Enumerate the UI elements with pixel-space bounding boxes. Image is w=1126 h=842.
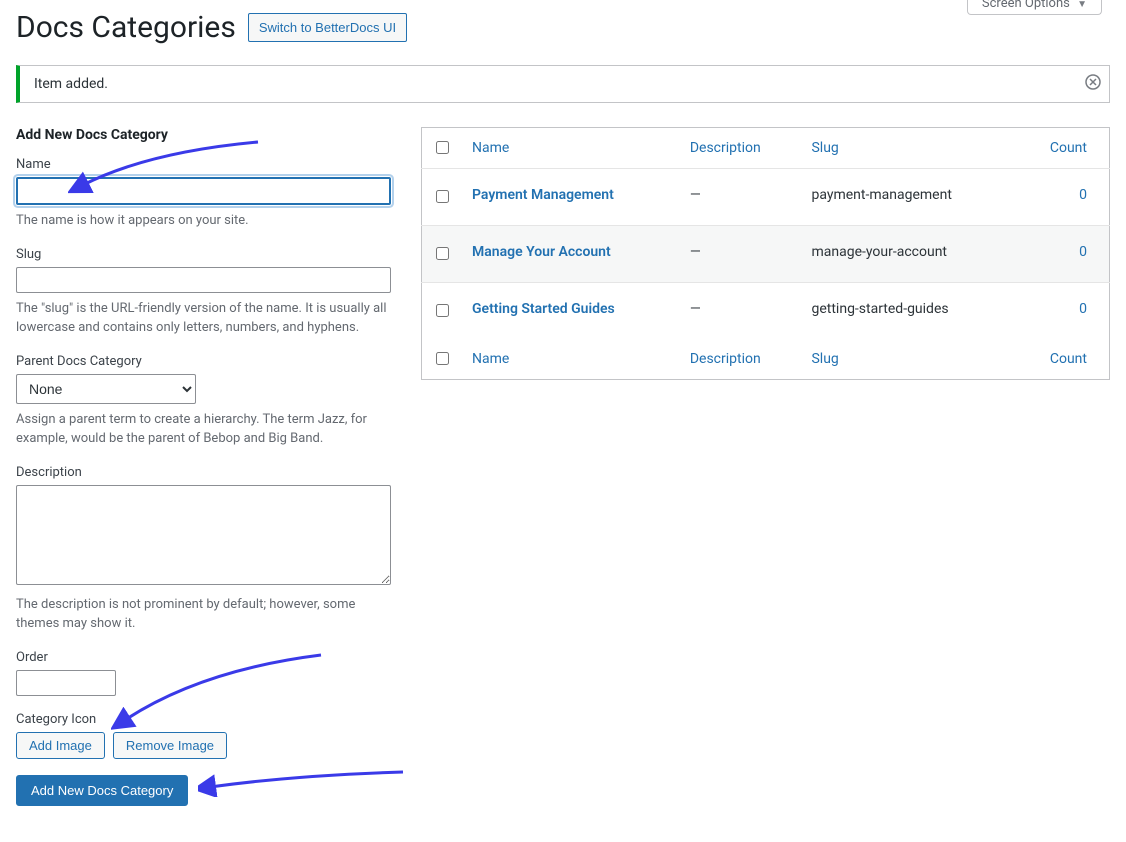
order-input[interactable] bbox=[16, 670, 116, 696]
screen-options-toggle[interactable]: Screen Options ▼ bbox=[967, 0, 1102, 15]
remove-image-button[interactable]: Remove Image bbox=[113, 732, 227, 759]
row-description: — bbox=[680, 283, 802, 340]
row-checkbox[interactable] bbox=[436, 190, 449, 203]
col-header-description[interactable]: Description bbox=[690, 140, 761, 156]
page-title: Docs Categories bbox=[16, 10, 236, 45]
col-header-count[interactable]: Count bbox=[1050, 140, 1087, 156]
description-help: The description is not prominent by defa… bbox=[16, 595, 391, 634]
notice-text: Item added. bbox=[34, 76, 108, 92]
col-footer-slug[interactable]: Slug bbox=[811, 351, 838, 367]
add-new-category-button[interactable]: Add New Docs Category bbox=[16, 775, 188, 806]
order-label: Order bbox=[16, 650, 391, 665]
parent-select[interactable]: None bbox=[16, 374, 196, 404]
form-heading: Add New Docs Category bbox=[16, 127, 391, 143]
field-slug: Slug The "slug" is the URL-friendly vers… bbox=[16, 247, 391, 338]
col-footer-name[interactable]: Name bbox=[472, 351, 509, 367]
row-slug: getting-started-guides bbox=[801, 283, 1016, 340]
col-footer-count[interactable]: Count bbox=[1050, 351, 1087, 367]
row-checkbox[interactable] bbox=[436, 247, 449, 260]
row-slug: payment-management bbox=[801, 169, 1016, 226]
table-row: Payment Management — payment-management … bbox=[422, 169, 1110, 226]
table-row: Getting Started Guides — getting-started… bbox=[422, 283, 1110, 340]
parent-help: Assign a parent term to create a hierarc… bbox=[16, 410, 391, 449]
submit-row: Add New Docs Category bbox=[16, 775, 391, 806]
row-name-link[interactable]: Manage Your Account bbox=[472, 244, 611, 260]
switch-ui-button[interactable]: Switch to BetterDocs UI bbox=[248, 13, 407, 42]
add-image-button[interactable]: Add Image bbox=[16, 732, 105, 759]
categories-table: Name Description Slug Count Payment Mana… bbox=[421, 127, 1110, 380]
row-count-link[interactable]: 0 bbox=[1079, 244, 1087, 260]
add-category-form: Add New Docs Category Name The name is h… bbox=[16, 127, 391, 806]
select-all-checkbox-bottom[interactable] bbox=[436, 352, 449, 365]
col-footer-description[interactable]: Description bbox=[690, 351, 761, 367]
icon-label: Category Icon bbox=[16, 712, 391, 727]
field-name: Name The name is how it appears on your … bbox=[16, 157, 391, 231]
page-header: Docs Categories Switch to BetterDocs UI … bbox=[16, 0, 1110, 49]
name-label: Name bbox=[16, 157, 391, 172]
col-header-slug[interactable]: Slug bbox=[811, 140, 838, 156]
row-name-link[interactable]: Payment Management bbox=[472, 187, 614, 203]
slug-label: Slug bbox=[16, 247, 391, 262]
description-label: Description bbox=[16, 465, 391, 480]
close-icon[interactable] bbox=[1085, 74, 1101, 94]
row-name-link[interactable]: Getting Started Guides bbox=[472, 301, 615, 317]
row-count-link[interactable]: 0 bbox=[1079, 301, 1087, 317]
table-row: Manage Your Account — manage-your-accoun… bbox=[422, 226, 1110, 283]
row-checkbox[interactable] bbox=[436, 304, 449, 317]
slug-input[interactable] bbox=[16, 267, 391, 293]
col-header-name[interactable]: Name bbox=[472, 140, 509, 156]
row-description: — bbox=[680, 226, 802, 283]
slug-help: The "slug" is the URL-friendly version o… bbox=[16, 299, 391, 338]
row-description: — bbox=[680, 169, 802, 226]
notice-item-added: Item added. bbox=[16, 65, 1110, 103]
screen-options-label: Screen Options bbox=[982, 0, 1070, 11]
field-description: Description The description is not promi… bbox=[16, 465, 391, 634]
row-slug: manage-your-account bbox=[801, 226, 1016, 283]
chevron-down-icon: ▼ bbox=[1077, 0, 1087, 10]
select-all-checkbox[interactable] bbox=[436, 141, 449, 154]
annotation-arrow-icon bbox=[198, 767, 408, 797]
name-input[interactable] bbox=[16, 177, 391, 205]
row-count-link[interactable]: 0 bbox=[1079, 187, 1087, 203]
parent-label: Parent Docs Category bbox=[16, 354, 391, 369]
categories-table-wrap: Name Description Slug Count Payment Mana… bbox=[421, 127, 1110, 806]
name-help: The name is how it appears on your site. bbox=[16, 211, 391, 231]
description-input[interactable] bbox=[16, 485, 391, 585]
field-order: Order bbox=[16, 650, 391, 696]
field-category-icon: Category Icon Add Image Remove Image bbox=[16, 712, 391, 759]
field-parent: Parent Docs Category None Assign a paren… bbox=[16, 354, 391, 449]
